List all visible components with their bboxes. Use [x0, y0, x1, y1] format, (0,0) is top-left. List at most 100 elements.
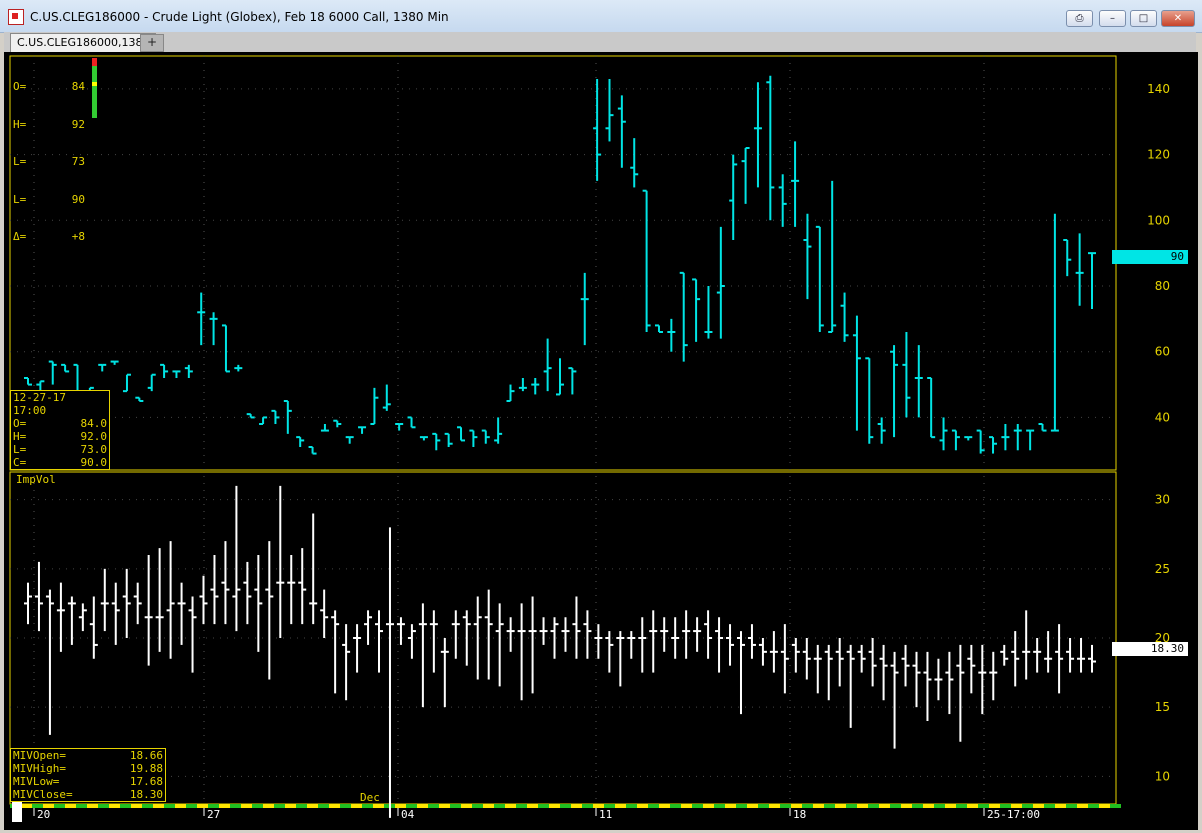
timeline-segment — [32, 804, 43, 808]
tab-chart[interactable]: C.US.CLEG186000,1380 — [10, 33, 157, 52]
timeline-segment — [560, 804, 571, 808]
timeline-segment — [516, 804, 527, 808]
bar-info-time: 17:00 — [13, 404, 47, 417]
timeline-segment — [604, 804, 615, 808]
window-title: C.US.CLEG186000 - Crude Light (Globex), … — [30, 10, 449, 24]
window-title-bar: C.US.CLEG186000 - Crude Light (Globex), … — [0, 0, 1202, 33]
timeline-segment — [692, 804, 703, 808]
impvol-stats-box: MIVOpen= 18.66 MIVHigh= 19.88 MIVLow= 17.68… — [10, 748, 166, 802]
timeline-segment — [54, 804, 65, 808]
timeline-segment — [428, 804, 439, 808]
timeline-segment — [472, 804, 483, 808]
link-icon[interactable]: ⎙ — [1066, 10, 1093, 27]
price-axis-label: 80 — [1155, 279, 1170, 293]
timeline-segment — [1110, 804, 1121, 808]
timeline-segment — [956, 804, 967, 808]
timeline-segment — [1000, 804, 1011, 808]
timeline-segment — [758, 804, 769, 808]
timeline-segment — [802, 804, 813, 808]
timeline-segment — [978, 804, 989, 808]
timeline-segment — [252, 804, 263, 808]
price-axis-label: 40 — [1155, 410, 1170, 424]
quote-last: L= 90 — [13, 192, 85, 206]
timeline-segment — [538, 804, 549, 808]
scroll-handle — [12, 802, 22, 822]
app-icon — [8, 9, 24, 25]
timeline-segment — [824, 804, 835, 808]
timeline-segment — [142, 804, 153, 808]
timeline-segment — [890, 804, 901, 808]
timeline-segment — [406, 804, 417, 808]
timeline-segment — [714, 804, 725, 808]
quote-change: Δ= +8 — [13, 230, 85, 243]
quote-readout: O= 84 H= 92 L= 73 L= 90 Δ= +8 — [13, 56, 85, 269]
timeline-segment — [296, 804, 307, 808]
x-tick-label: 25-17:00 — [987, 808, 1040, 821]
timeline-segment — [846, 804, 857, 808]
timeline-segment — [318, 804, 329, 808]
bar-info-close: C= 90.0 — [13, 456, 107, 469]
timeline-segment — [582, 804, 593, 808]
bar-info-open: O= 84.0 — [13, 417, 107, 430]
timeline-segment — [626, 804, 637, 808]
impvol-axis-label: 30 — [1155, 493, 1170, 507]
minimize-button[interactable]: – — [1099, 10, 1126, 27]
price-axis-label: 100 — [1147, 213, 1170, 227]
timeline-segment — [1088, 804, 1099, 808]
timeline-segment — [340, 804, 351, 808]
timeline-segment — [1022, 804, 1033, 808]
chart-canvas[interactable]: 20 27 04 11 18 25-17:001401201008060403025201… — [4, 52, 1198, 830]
bar-info-date: 12-27-17 — [13, 391, 66, 404]
bar-info-high: H= 92.0 — [13, 430, 107, 443]
timeline-segment — [164, 804, 175, 808]
add-tab-button[interactable]: + — [140, 34, 164, 52]
timeline-segment — [362, 804, 373, 808]
range-meter — [92, 58, 97, 118]
x-tick-label: 27 — [207, 808, 220, 821]
bar-info-box: 12-27-17 17:00 O= 84.0 H= 92.0 L= 73.0 C= 90… — [10, 390, 110, 470]
quote-low: L= 73 — [13, 155, 85, 168]
impvol-axis-label: 15 — [1155, 700, 1170, 714]
timeline-segment — [912, 804, 923, 808]
timeline-segment — [76, 804, 87, 808]
timeline-segment — [208, 804, 219, 808]
stat-high: MIVHigh= 19.88 — [13, 762, 163, 775]
quote-open: O= 84 — [13, 80, 85, 93]
impvol-axis-label: 10 — [1155, 769, 1170, 783]
tab-strip: C.US.CLEG186000,1380 + — [4, 32, 1196, 52]
impvol-label: ImpVol — [16, 473, 56, 486]
timeline-segment — [670, 804, 681, 808]
timeline-segment — [736, 804, 747, 808]
timeline-segment — [186, 804, 197, 808]
timeline-segment — [934, 804, 945, 808]
timeline-segment — [494, 804, 505, 808]
x-tick-label: 20 — [37, 808, 50, 821]
bar-info-low: L= 73.0 — [13, 443, 107, 456]
timeline-segment — [1044, 804, 1055, 808]
quote-high: H= 92 — [13, 117, 85, 131]
stat-open: MIVOpen= 18.66 — [13, 749, 163, 762]
chart-area[interactable]: 20 27 04 11 18 25-17:00 140 120 100 80 60 40 30 25 20 1… — [4, 52, 1198, 830]
x-tick-label: 04 — [401, 808, 415, 821]
price-axis-label: 140 — [1147, 82, 1170, 96]
impvol-axis-label: 25 — [1155, 562, 1170, 576]
price-panel-border — [9, 55, 1117, 471]
last-price-tag: 90 — [1112, 250, 1188, 264]
maximize-button[interactable]: □ — [1130, 10, 1157, 27]
timeline-segment — [230, 804, 241, 808]
timeline-segment — [868, 804, 879, 808]
timeline-segment — [780, 804, 791, 808]
stat-low: MIVLow= 17.68 — [13, 775, 163, 788]
timeline-segment — [648, 804, 659, 808]
close-button[interactable]: ✕ — [1161, 10, 1195, 27]
timeline-segment — [1066, 804, 1077, 808]
x-tick-label: 18 — [793, 808, 806, 821]
timeline-segment — [120, 804, 131, 808]
stat-close: MIVClose= 18.30 — [13, 788, 163, 801]
timeline-segment — [98, 804, 109, 808]
price-axis-label: 120 — [1147, 148, 1170, 162]
month-label: Dec — [360, 791, 380, 804]
timeline-segment — [274, 804, 285, 808]
price-axis-label: 60 — [1155, 345, 1170, 359]
last-impvol-tag: 18.30 — [1112, 642, 1188, 656]
